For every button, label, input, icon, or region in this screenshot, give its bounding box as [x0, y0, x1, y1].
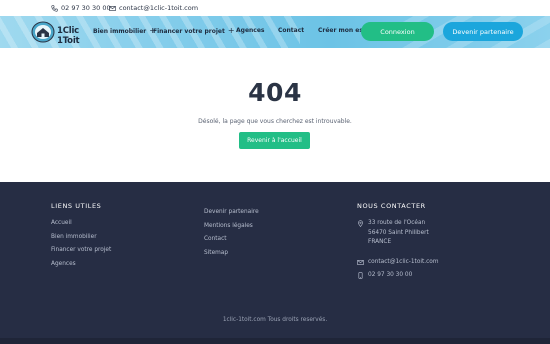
footer-bottom-strip — [0, 338, 550, 344]
site-footer: LIENS UTILES Accueil Bien immobilier Fin… — [0, 182, 550, 344]
error-content: 404 Désolé, la page que vous cherchez es… — [0, 48, 550, 182]
site-header: 1Clic 1Toit Bien immobilier + Financer v… — [0, 16, 550, 48]
mobile-phone-icon — [358, 272, 363, 279]
address-line: 33 route de l'Océan — [368, 220, 426, 226]
footer-phone-text: 02 97 30 30 00 — [368, 272, 413, 278]
footer-link-financer-votre-projet[interactable]: Financer votre projet — [51, 246, 111, 260]
logo-text: 1Clic 1Toit — [57, 26, 80, 46]
become-partner-button-label: Devenir partenaire — [452, 27, 514, 36]
site-logo[interactable]: 1Clic 1Toit — [30, 20, 98, 46]
topbar-email-text: contact@1clic-1toit.com — [119, 4, 199, 12]
footer-more-links: Devenir partenaire Mentions légales Cont… — [204, 208, 259, 262]
nav-label: Financer votre projet — [153, 27, 225, 35]
footer-link-sitemap[interactable]: Sitemap — [204, 249, 259, 263]
footer-link-contact[interactable]: Contact — [204, 235, 259, 249]
topbar-phone[interactable]: 02 97 30 30 00 — [51, 3, 111, 13]
nav-financer-votre-projet[interactable]: Financer votre projet + — [153, 27, 235, 35]
nav-agences[interactable]: Agences — [236, 27, 264, 34]
back-home-button-label: Revenir à l'accueil — [247, 137, 302, 144]
footer-link-devenir-partenaire[interactable]: Devenir partenaire — [204, 208, 259, 222]
footer-useful-links: LIENS UTILES Accueil Bien immobilier Fin… — [51, 202, 111, 273]
back-home-button[interactable]: Revenir à l'accueil — [239, 132, 310, 149]
footer-contact-title: NOUS CONTACTER — [357, 202, 426, 210]
plus-icon: + — [227, 26, 235, 35]
nav-contact[interactable]: Contact — [278, 27, 304, 34]
login-button[interactable]: Connexion — [361, 22, 434, 41]
error-message: Désolé, la page que vous cherchez est in… — [198, 118, 352, 125]
address-line: 56470 Saint Philibert — [368, 229, 429, 236]
footer-link-bien-immobilier[interactable]: Bien immobilier — [51, 233, 111, 247]
footer-link-accueil[interactable]: Accueil — [51, 219, 111, 233]
footer-contact: NOUS CONTACTER 33 route de l'Océan 56470… — [357, 202, 517, 281]
logo-emblem-icon — [31, 21, 55, 43]
topbar-phone-text: 02 97 30 30 00 — [61, 4, 111, 12]
footer-useful-links-title: LIENS UTILES — [51, 202, 102, 210]
topbar-email[interactable]: contact@1clic-1toit.com — [109, 3, 198, 13]
nav-label: Bien immobilier — [93, 27, 147, 35]
footer-address: 33 route de l'Océan 56470 Saint Philiber… — [357, 219, 517, 248]
nav-bien-immobilier[interactable]: Bien immobilier + — [93, 27, 156, 35]
error-code: 404 — [248, 78, 302, 107]
become-partner-button[interactable]: Devenir partenaire — [443, 22, 523, 41]
footer-link-mentions-legales[interactable]: Mentions légales — [204, 222, 259, 236]
mail-icon — [109, 5, 116, 11]
copyright-text: 1clic-1toit.com Tous droits reservés. — [222, 317, 328, 323]
footer-link-agences[interactable]: Agences — [51, 260, 111, 274]
phone-icon — [51, 4, 58, 12]
mail-icon — [357, 259, 364, 265]
address-line: FRANCE — [368, 239, 392, 245]
top-contact-bar: 02 97 30 30 00 contact@1clic-1toit.com — [0, 0, 550, 16]
login-button-label: Connexion — [380, 27, 415, 36]
location-pin-icon — [358, 220, 363, 227]
nav-label: Contact — [278, 27, 305, 34]
footer-email-text: contact@1clic-1toit.com — [368, 258, 439, 265]
nav-label: Agences — [236, 27, 265, 34]
footer-phone[interactable]: 02 97 30 30 00 — [357, 271, 517, 281]
footer-email[interactable]: contact@1clic-1toit.com — [357, 258, 517, 268]
